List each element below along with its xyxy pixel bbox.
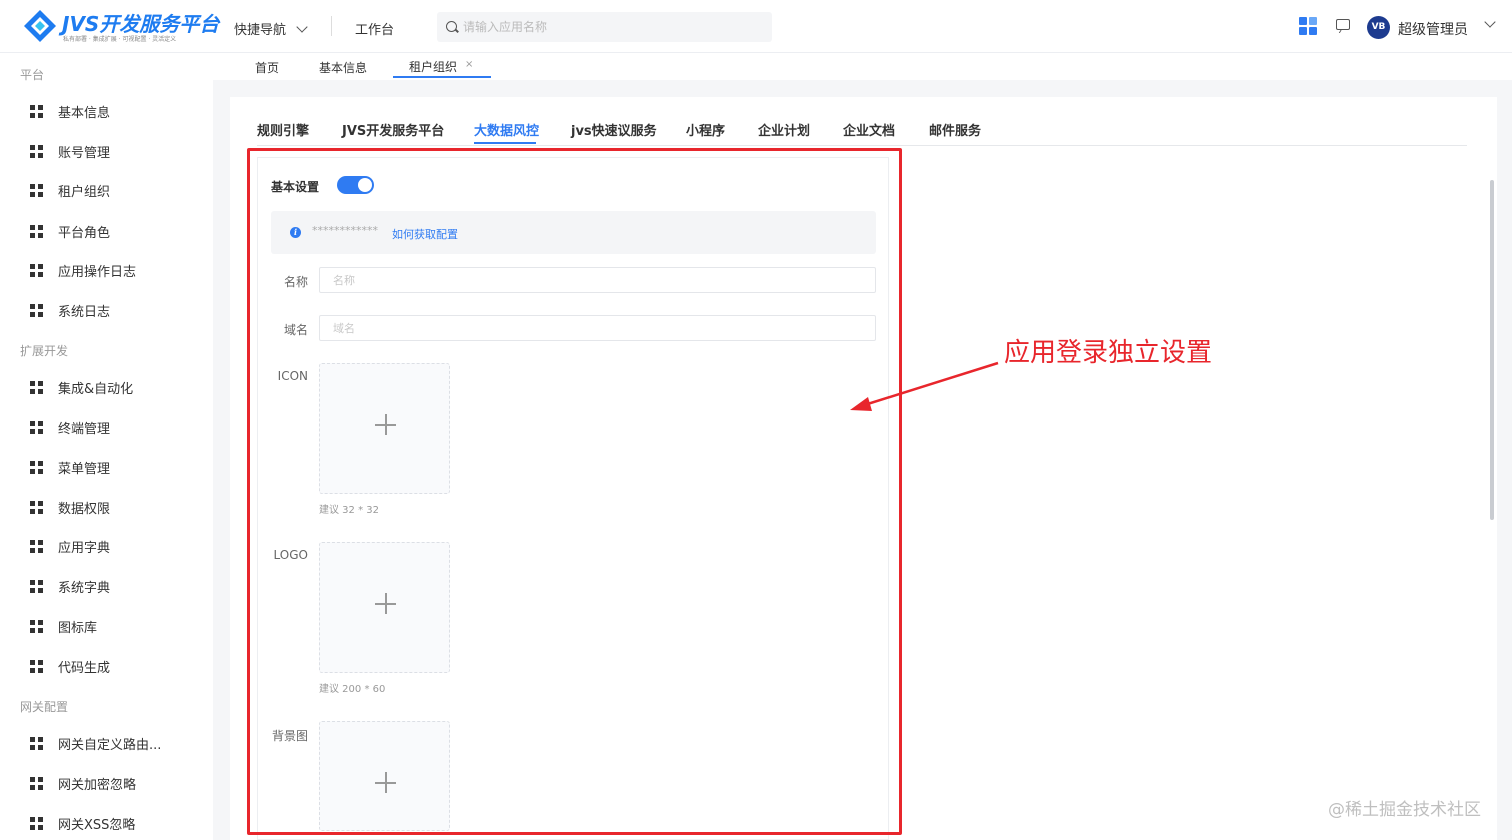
- grid-icon: [30, 263, 43, 277]
- grid-icon: [30, 579, 43, 593]
- grid-icon: [30, 380, 43, 394]
- sidebar-item-label: 应用字典: [58, 540, 111, 556]
- close-icon[interactable]: ×: [465, 59, 473, 70]
- sidebar-item-accounts[interactable]: 账号管理: [30, 141, 110, 161]
- grid-icon: [30, 539, 43, 553]
- sidebar-item-label: 应用操作日志: [58, 264, 137, 280]
- scrollbar[interactable]: [1490, 180, 1494, 520]
- sidebar-item-system-dict[interactable]: 系统字典: [30, 576, 110, 596]
- tab-basic-info[interactable]: 基本信息: [319, 59, 367, 76]
- sidebar-item-label: 数据权限: [58, 501, 111, 517]
- sidebar-group-extension: 扩展开发: [20, 344, 69, 358]
- message-icon[interactable]: [1336, 19, 1350, 30]
- tab-bigdata-risk[interactable]: 大数据风控: [474, 120, 539, 139]
- brand-subtitle: 私有部署 · 集成扩展 · 可视配置 · 灵活定义: [63, 36, 177, 43]
- sidebar-item-codegen[interactable]: 代码生成: [30, 656, 110, 676]
- sidebar-item-tenant-org[interactable]: 租户组织: [30, 180, 110, 200]
- watermark: @稀土掘金技术社区: [1328, 800, 1481, 820]
- avatar[interactable]: VB: [1367, 16, 1390, 39]
- tab-tenant-org[interactable]: 租户组织: [409, 58, 457, 75]
- sidebar-item-label: 菜单管理: [58, 461, 111, 477]
- active-tab-indicator: [393, 76, 491, 78]
- sidebar-item-label: 平台角色: [58, 225, 111, 241]
- user-name[interactable]: 超级管理员: [1398, 19, 1468, 39]
- sidebar-item-menu[interactable]: 菜单管理: [30, 457, 110, 477]
- sidebar-item-system-log[interactable]: 系统日志: [30, 300, 110, 320]
- quick-nav-dropdown[interactable]: 快捷导航: [234, 19, 308, 38]
- sidebar-item-data-permission[interactable]: 数据权限: [30, 497, 110, 517]
- brand-title: JVS开发服务平台: [62, 12, 220, 36]
- sidebar-item-app-op-log[interactable]: 应用操作日志: [30, 260, 136, 280]
- sidebar-item-label: 系统字典: [58, 580, 111, 596]
- tab-jvs-quick[interactable]: jvs快速议服务: [571, 120, 657, 139]
- sidebar-item-terminal[interactable]: 终端管理: [30, 417, 110, 437]
- search-input[interactable]: [463, 17, 763, 37]
- tab-rule-engine[interactable]: 规则引擎: [257, 120, 309, 139]
- grid-icon: [30, 303, 43, 317]
- sidebar-item-icon-lib[interactable]: 图标库: [30, 616, 97, 636]
- sidebar-item-label: 终端管理: [58, 421, 111, 437]
- sidebar-item-label: 集成&自动化: [58, 381, 134, 397]
- sidebar-item-label: 图标库: [58, 620, 98, 636]
- active-service-tab-indicator: [474, 142, 536, 144]
- grid-icon: [30, 776, 43, 790]
- grid-icon: [30, 144, 43, 158]
- sidebar-item-gateway-route[interactable]: 网关自定义路由...: [30, 733, 161, 753]
- logo-icon: [24, 10, 56, 42]
- sidebar-item-label: 网关XSS忽略: [58, 817, 136, 833]
- quick-nav-label: 快捷导航: [234, 23, 287, 38]
- grid-icon: [30, 816, 43, 830]
- tab-mail-service[interactable]: 邮件服务: [929, 120, 981, 139]
- top-bar: JVS开发服务平台 私有部署 · 集成扩展 · 可视配置 · 灵活定义 快捷导航…: [0, 0, 1512, 53]
- tab-enterprise-docs[interactable]: 企业文档: [843, 120, 895, 139]
- sidebar: [0, 53, 213, 840]
- apps-grid-icon[interactable]: [1299, 17, 1317, 35]
- tab-jvs-platform[interactable]: JVS开发服务平台: [342, 120, 444, 139]
- tab-enterprise-plan[interactable]: 企业计划: [758, 120, 810, 139]
- grid-icon: [30, 104, 43, 118]
- sidebar-item-label: 租户组织: [58, 184, 111, 200]
- sidebar-item-app-dict[interactable]: 应用字典: [30, 536, 110, 556]
- search-icon: [446, 21, 457, 32]
- grid-icon: [30, 500, 43, 514]
- user-chevron-down-icon[interactable]: [1484, 16, 1496, 28]
- sidebar-item-label: 网关加密忽略: [58, 777, 137, 793]
- nav-divider: [331, 16, 332, 36]
- sidebar-item-label: 账号管理: [58, 145, 111, 161]
- sidebar-item-gateway-encrypt[interactable]: 网关加密忽略: [30, 773, 136, 793]
- grid-icon: [30, 224, 43, 238]
- grid-icon: [30, 619, 43, 633]
- sidebar-item-label: 网关自定义路由...: [58, 737, 162, 753]
- sidebar-group-platform: 平台: [20, 68, 45, 82]
- tab-mini-program[interactable]: 小程序: [686, 120, 725, 139]
- sidebar-item-gateway-xss[interactable]: 网关XSS忽略: [30, 813, 135, 833]
- sidebar-item-platform-roles[interactable]: 平台角色: [30, 221, 110, 241]
- grid-icon: [30, 736, 43, 750]
- app-search[interactable]: [437, 12, 772, 42]
- sidebar-item-integration[interactable]: 集成&自动化: [30, 377, 133, 397]
- chevron-down-icon: [296, 20, 308, 33]
- grid-icon: [30, 420, 43, 434]
- sidebar-item-label: 代码生成: [58, 660, 111, 676]
- sidebar-item-label: 基本信息: [58, 105, 111, 121]
- sidebar-group-gateway: 网关配置: [20, 700, 69, 714]
- annotation-highlight-box: [247, 148, 902, 835]
- brand-logo[interactable]: JVS开发服务平台 私有部署 · 集成扩展 · 可视配置 · 灵活定义: [22, 6, 219, 46]
- grid-icon: [30, 659, 43, 673]
- annotation-arrow: [850, 361, 999, 411]
- annotation-text: 应用登录独立设置: [1004, 338, 1213, 368]
- sidebar-item-label: 系统日志: [58, 304, 111, 320]
- sidebar-item-basic-info[interactable]: 基本信息: [30, 101, 110, 121]
- tab-home[interactable]: 首页: [255, 59, 279, 76]
- workbench-link[interactable]: 工作台: [355, 19, 394, 38]
- grid-icon: [30, 183, 43, 197]
- grid-icon: [30, 460, 43, 474]
